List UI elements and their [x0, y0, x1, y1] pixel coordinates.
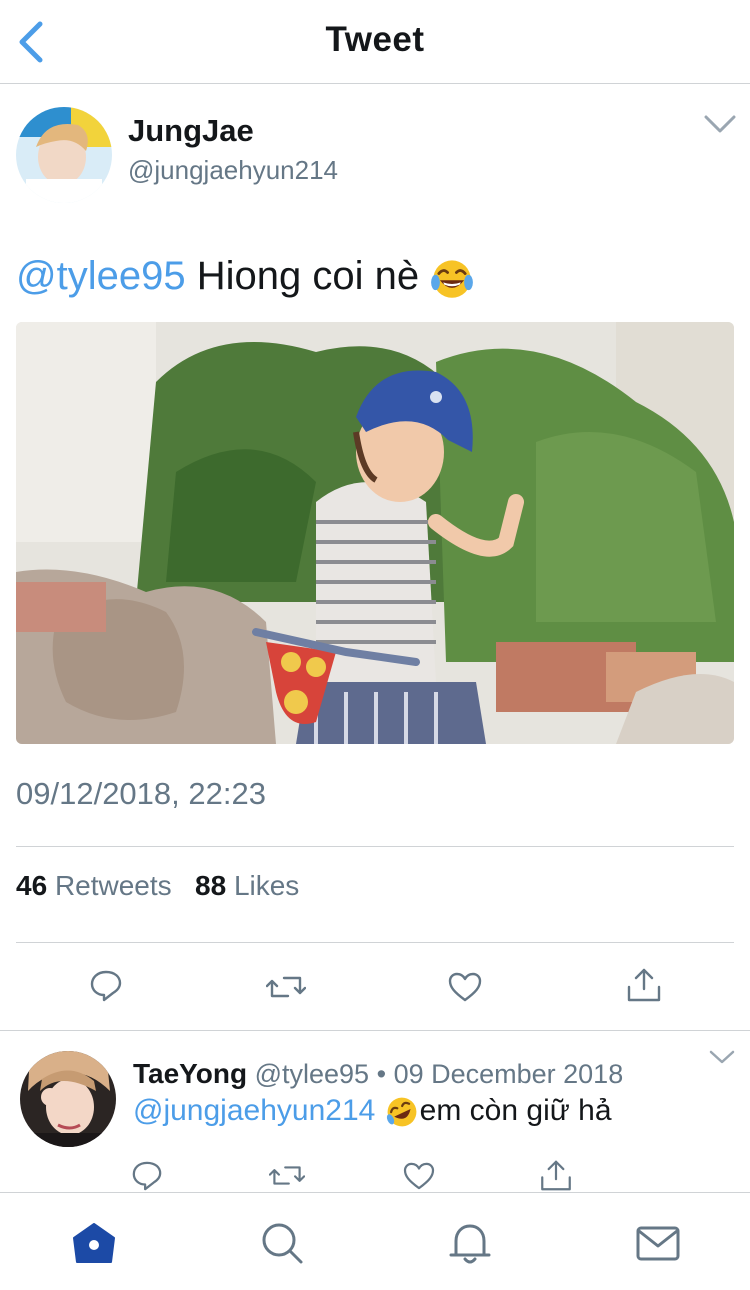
tweet-options-chevron-icon[interactable] [703, 114, 737, 134]
reply-retweet-icon[interactable] [269, 1162, 305, 1189]
reply-author-handle[interactable]: @tylee95 [255, 1059, 369, 1089]
reply-mention[interactable]: @jungjaehyun214 [133, 1094, 375, 1127]
tweet-timestamp: 09/12/2018, 22:23 [16, 776, 266, 811]
bottom-tab-bar [0, 1192, 750, 1290]
face-with-tears-of-joy-icon [431, 260, 474, 299]
reply-date: 09 December 2018 [393, 1059, 624, 1089]
reply-separator: • [376, 1059, 387, 1089]
tweet-photo-image [16, 322, 734, 744]
author-avatar[interactable] [16, 107, 112, 203]
reply-header: TaeYong @tylee95 • 09 December 2018 [133, 1058, 623, 1090]
tweet-photo[interactable] [16, 322, 734, 744]
reply-like-heart-icon[interactable] [403, 1162, 435, 1190]
divider [0, 1030, 750, 1031]
author-handle[interactable]: @jungjaehyun214 [128, 155, 338, 186]
top-nav-bar: Tweet [0, 0, 750, 84]
retweet-icon[interactable] [266, 972, 306, 1002]
reply-text: @jungjaehyun214 em còn giữ hả [133, 1094, 612, 1130]
reply-author-avatar[interactable] [20, 1051, 116, 1147]
reply-options-chevron-icon[interactable] [709, 1050, 735, 1064]
tweet-text: @tylee95 Hiong coi nè [16, 254, 474, 300]
reply-reply-icon[interactable] [131, 1160, 163, 1192]
likes-count[interactable]: 88 [195, 870, 226, 901]
like-heart-icon[interactable] [448, 972, 482, 1002]
page-title: Tweet [325, 20, 425, 59]
tweet-body: Hiong coi nè [196, 254, 420, 298]
messages-icon[interactable] [634, 1219, 682, 1267]
share-icon[interactable] [626, 967, 662, 1003]
likes-label[interactable]: Likes [234, 870, 299, 901]
divider [16, 846, 734, 847]
notifications-icon[interactable] [446, 1219, 494, 1267]
retweets-label[interactable]: Retweets [55, 870, 172, 901]
divider [16, 942, 734, 943]
reply-body: em còn giữ hả [419, 1094, 612, 1127]
reply-author-name[interactable]: TaeYong [133, 1058, 247, 1089]
rolling-on-floor-laughing-icon [386, 1097, 417, 1127]
home-icon[interactable] [70, 1219, 118, 1267]
author-name[interactable]: JungJae [128, 113, 254, 149]
reply-icon[interactable] [89, 969, 123, 1003]
tweet-mention[interactable]: @tylee95 [16, 254, 186, 298]
engagement-stats: 46 Retweets 88 Likes [16, 870, 299, 902]
retweets-count[interactable]: 46 [16, 870, 47, 901]
reply-share-icon[interactable] [539, 1159, 573, 1192]
search-icon[interactable] [258, 1219, 306, 1267]
